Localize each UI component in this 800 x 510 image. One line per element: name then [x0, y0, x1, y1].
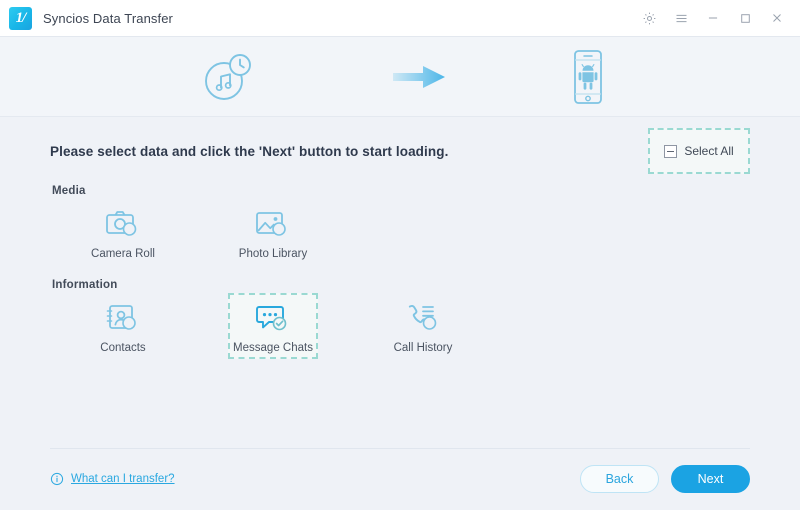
tile-photo-library[interactable]: Photo Library: [228, 199, 318, 265]
what-can-i-transfer-link[interactable]: What can I transfer?: [50, 472, 175, 486]
call-history-icon: [405, 301, 441, 335]
tile-list-media: Camera Roll Photo Library: [50, 199, 750, 265]
message-chat-icon: [255, 301, 291, 335]
close-icon[interactable]: [764, 5, 790, 31]
group-title-information: Information: [52, 279, 118, 291]
contacts-icon: [105, 301, 141, 335]
android-phone-icon: [574, 50, 602, 104]
window-controls: [636, 5, 790, 31]
headline-row: Please select data and click the 'Next' …: [50, 117, 750, 177]
camera-icon: [105, 207, 141, 241]
tile-label: Camera Roll: [91, 248, 155, 260]
next-button[interactable]: Next: [671, 465, 750, 493]
title-bar: 1/ Syncios Data Transfer: [0, 0, 800, 37]
page-title: Please select data and click the 'Next' …: [50, 143, 449, 159]
photo-library-icon: [255, 207, 291, 241]
app-logo-mark: 1/: [15, 9, 27, 26]
group-information: Information Contacts Message Chats Call …: [50, 279, 750, 359]
arrow-right-icon: [393, 66, 445, 88]
app-logo: 1/: [9, 6, 32, 30]
tile-label: Call History: [393, 342, 453, 354]
group-title-media: Media: [52, 185, 86, 197]
help-link-label: What can I transfer?: [71, 473, 175, 485]
transfer-step-bar: [0, 37, 800, 117]
tile-label: Contacts: [100, 342, 146, 354]
hamburger-menu-icon[interactable]: [668, 5, 694, 31]
info-icon: [50, 472, 64, 486]
maximize-icon[interactable]: [732, 5, 758, 31]
tile-list-information: Contacts Message Chats Call History: [50, 293, 750, 359]
app-title: Syncios Data Transfer: [43, 10, 173, 26]
app-window: 1/ Syncios Data Transfer Please select d…: [0, 0, 800, 510]
group-media: Media Camera Roll Photo Library: [50, 185, 750, 265]
select-all-checkbox[interactable]: [664, 144, 678, 158]
itunes-backup-music-clock-icon: [205, 54, 251, 100]
footer-bar: What can I transfer? Back Next: [0, 448, 800, 510]
main-content: Please select data and click the 'Next' …: [0, 117, 800, 448]
tile-contacts[interactable]: Contacts: [78, 293, 168, 359]
back-button[interactable]: Back: [580, 465, 659, 493]
step-source: [180, 37, 276, 117]
tile-camera-roll[interactable]: Camera Roll: [78, 199, 168, 265]
tile-label: Message Chats: [233, 342, 313, 354]
tile-message-chats[interactable]: Message Chats: [228, 293, 318, 359]
gear-icon[interactable]: [636, 5, 662, 31]
minimize-icon[interactable]: [700, 5, 726, 31]
tile-label: Photo Library: [238, 248, 308, 260]
select-all-label: Select All: [684, 144, 734, 158]
step-destination: [540, 37, 636, 117]
tile-call-history[interactable]: Call History: [378, 293, 468, 359]
footer-buttons: Back Next: [580, 465, 750, 493]
select-all-button[interactable]: Select All: [648, 128, 750, 174]
step-arrow: [372, 37, 468, 117]
